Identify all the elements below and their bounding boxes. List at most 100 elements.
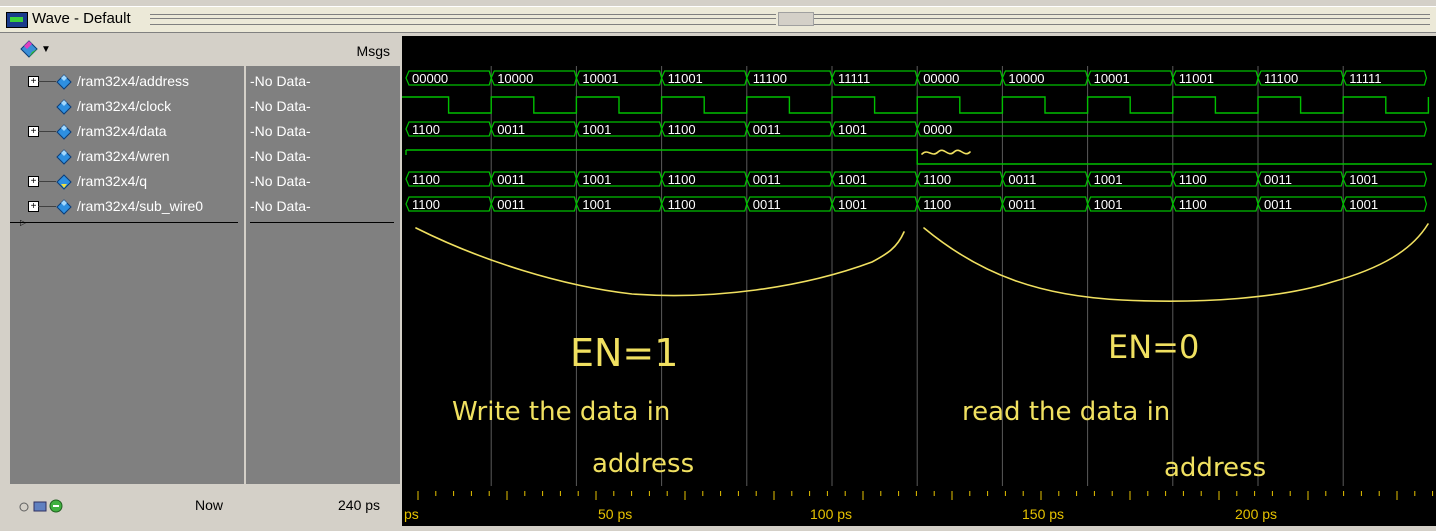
tree-connector — [38, 131, 56, 132]
bus-value: 00000 — [412, 71, 448, 86]
titlebar-grip-left[interactable] — [150, 14, 776, 25]
signal-name: /ram32x4/wren — [77, 148, 170, 164]
bus-value: 1100 — [412, 122, 440, 137]
diamond-menu-icon[interactable] — [20, 40, 38, 58]
cursor-marker-icon: ▷ — [20, 218, 27, 227]
signal-diamond-icon — [56, 99, 72, 115]
annotation-read-line1: read the data in — [962, 397, 1170, 427]
list-end-marker — [10, 222, 238, 223]
bus-value: 11111 — [838, 71, 870, 86]
window-titlebar: Wave - Default — [0, 0, 1436, 36]
bus-value: 0011 — [1008, 172, 1036, 187]
signal-name: /ram32x4/sub_wire0 — [77, 198, 204, 214]
titlebar-grip-right[interactable] — [814, 14, 1430, 25]
bus-value: 1100 — [412, 197, 440, 212]
window-title: Wave - Default — [32, 10, 131, 27]
status-footer: Now 240 ps ps 50 ps 100 ps 150 ps 200 ps — [0, 486, 1436, 526]
annotation-en1: EN=1 — [570, 331, 678, 375]
bus-value: 11100 — [753, 71, 787, 86]
bus-value: 0011 — [497, 122, 525, 137]
brace-right — [923, 223, 1429, 302]
cursor-tools-icons[interactable] — [18, 498, 74, 514]
bus-value: 1100 — [1179, 172, 1207, 187]
header-divider — [10, 64, 400, 66]
value-row: -No Data- — [246, 195, 400, 220]
signal-row[interactable]: /ram32x4/wren — [10, 145, 244, 170]
bus-value: 10000 — [1008, 71, 1044, 86]
signal-row[interactable]: + /ram32x4/q — [10, 170, 244, 195]
annotation-read-line2: address — [1164, 453, 1266, 483]
bus-value: 10001 — [1094, 71, 1130, 86]
bus-value: 1001 — [1094, 197, 1123, 212]
signal-row[interactable]: /ram32x4/clock — [10, 95, 244, 120]
bus-value: 0011 — [1264, 197, 1292, 212]
bus-value: 0011 — [497, 172, 525, 187]
values-header: Msgs — [246, 36, 400, 65]
bus-value: 1100 — [668, 172, 696, 187]
bus-value: 11001 — [668, 71, 703, 86]
waveform-plot: 00000 10000 10001 11001 11100 11111 00000 10000… — [402, 66, 1432, 487]
timeline-label: 50 ps — [598, 506, 633, 522]
bus-value: 0011 — [1008, 197, 1036, 212]
now-value: 240 ps — [338, 497, 381, 513]
chevron-down-icon[interactable]: ▼ — [41, 44, 51, 55]
annotation-text: EN=1 Write the data in address EN=0 read… — [452, 328, 1266, 483]
waveform-canvas[interactable]: 00000 10000 10001 11001 11100 11111 00000 10000… — [402, 36, 1436, 487]
signal-name: /ram32x4/clock — [77, 98, 172, 114]
value-row: -No Data- — [246, 170, 400, 195]
value-row: -No Data- — [246, 120, 400, 145]
bus-value: 1001 — [1349, 197, 1378, 212]
bus-value: 0011 — [497, 197, 525, 212]
bus-value: 00000 — [923, 71, 959, 86]
bus-value: 0011 — [753, 122, 781, 137]
signal-row[interactable]: + /ram32x4/sub_wire0 — [10, 195, 244, 220]
brace-left — [415, 227, 905, 297]
wave-window-icon — [6, 12, 28, 28]
tree-connector — [38, 181, 56, 182]
signal-row[interactable]: + /ram32x4/address — [10, 70, 244, 95]
bus-value: 1100 — [1179, 197, 1207, 212]
timeline-label: 150 ps — [1022, 506, 1065, 522]
bus-segment — [916, 121, 1428, 137]
bus-value: 10001 — [582, 71, 618, 86]
signal-value: -No Data- — [250, 198, 311, 214]
bus-value: 1100 — [923, 197, 951, 212]
bus-value: 1100 — [923, 172, 951, 187]
timeline-label: 100 ps — [810, 506, 853, 522]
signal-diamond-icon — [56, 199, 72, 215]
bus-value: 1001 — [838, 122, 867, 137]
signal-row[interactable]: + /ram32x4/data — [10, 120, 244, 145]
signal-name: /ram32x4/q — [77, 173, 148, 189]
signal-diamond-icon — [56, 74, 72, 90]
timeline-label: 200 ps — [1235, 506, 1278, 522]
bus-value: 11100 — [1264, 71, 1298, 86]
names-header: ▼ — [10, 36, 244, 65]
tree-connector — [38, 206, 56, 207]
bus-value: 1100 — [412, 172, 440, 187]
signal-diamond-icon — [56, 149, 72, 165]
bus-value: 1001 — [582, 122, 611, 137]
value-row: -No Data- — [246, 70, 400, 95]
signal-value: -No Data- — [250, 98, 311, 114]
signal-diamond-icon — [56, 124, 72, 140]
wren-trace — [406, 149, 1432, 165]
signal-value: -No Data- — [250, 123, 311, 139]
msgs-column-label: Msgs — [356, 43, 390, 59]
value-row: -No Data- — [246, 145, 400, 170]
bus-value: 1001 — [838, 197, 867, 212]
bus-value: 0000 — [923, 122, 952, 137]
tree-connector — [38, 81, 56, 82]
titlebar-drag-handle[interactable] — [778, 12, 814, 26]
timeline-label: ps — [404, 506, 419, 522]
signal-name: /ram32x4/address — [77, 73, 190, 89]
output-signal-diamond-icon — [56, 174, 72, 190]
bus-value: 1001 — [838, 172, 867, 187]
bus-value: 0011 — [753, 172, 781, 187]
bus-value: 1100 — [668, 122, 696, 137]
bus-value: 1001 — [1094, 172, 1123, 187]
time-ruler[interactable]: ps 50 ps 100 ps 150 ps 200 ps — [402, 486, 1436, 526]
signal-value: -No Data- — [250, 173, 311, 189]
bus-value: 0011 — [753, 197, 781, 212]
bus-value: 10000 — [497, 71, 533, 86]
wren-squiggle — [921, 149, 971, 155]
